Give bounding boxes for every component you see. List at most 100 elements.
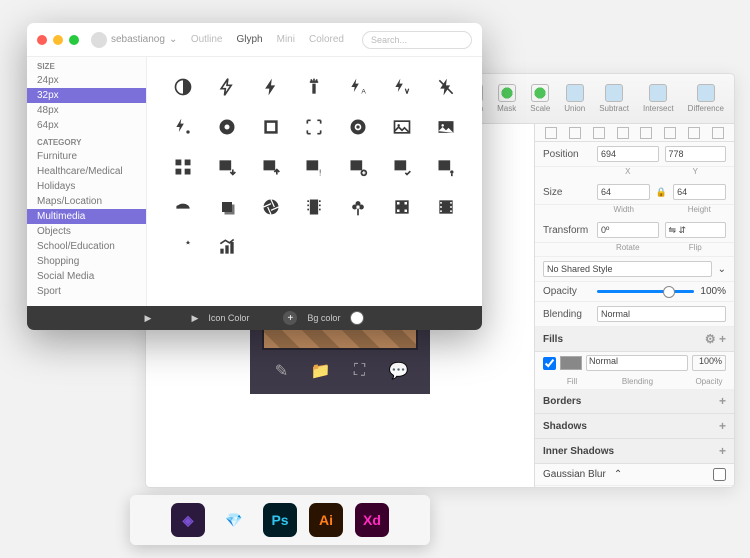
toolbar-btn-subtract[interactable]: Subtract <box>599 84 629 113</box>
sidebar-size-24px[interactable]: 24px <box>27 73 146 88</box>
flash-off-icon[interactable] <box>436 77 456 97</box>
flash-alt-icon[interactable] <box>173 117 193 137</box>
icon-picker-window: sebastianog ⌄ Outline Glyph Mini Colored… <box>27 23 482 330</box>
flash-a-icon[interactable]: A <box>348 77 368 97</box>
rotate-field[interactable]: 0º <box>597 222 659 238</box>
chevron-icon[interactable]: ⌃ <box>614 469 622 480</box>
toolbar-btn-scale[interactable]: Scale <box>530 84 550 113</box>
eyedropper-icon[interactable]: ✎ <box>271 360 293 382</box>
bg-color-swatch[interactable] <box>350 311 364 325</box>
aperture-icon[interactable] <box>261 197 281 217</box>
picture-o-icon[interactable] <box>436 117 456 137</box>
chat-icon[interactable]: 💬 <box>388 360 410 382</box>
titlebar[interactable]: sebastianog ⌄ Outline Glyph Mini Colored… <box>27 23 482 57</box>
add-color-button[interactable]: + <box>283 311 297 325</box>
icon-color-swatch[interactable] <box>259 311 273 325</box>
fill-blend-select[interactable]: Normal <box>586 355 688 371</box>
image-check-icon[interactable] <box>392 157 412 177</box>
dock-app-illustrator[interactable]: Ai <box>309 503 343 537</box>
fill-swatch[interactable] <box>560 356 582 370</box>
user-menu[interactable]: sebastianog ⌄ <box>91 32 177 48</box>
minimize-icon[interactable] <box>53 35 63 45</box>
tab-outline[interactable]: Outline <box>191 34 223 45</box>
sidebar-category-multimedia[interactable]: Multimedia <box>27 209 146 224</box>
sidebar-size-48px[interactable]: 48px <box>27 103 146 118</box>
sidebar-category-sport[interactable]: Sport <box>27 284 146 299</box>
image-down-icon[interactable] <box>217 157 237 177</box>
cap-icon[interactable] <box>173 197 193 217</box>
dock-app-photoshop[interactable]: Ps <box>263 503 297 537</box>
focus-icon[interactable] <box>304 117 324 137</box>
image-up-icon[interactable] <box>261 157 281 177</box>
gear-icon[interactable]: ⚙ + <box>705 332 726 346</box>
height-field[interactable]: 64 <box>673 184 726 200</box>
close-icon[interactable] <box>37 35 47 45</box>
lock-icon[interactable]: 🔒 <box>656 187 667 198</box>
flash-fill-icon[interactable] <box>261 77 281 97</box>
moon-star-icon[interactable] <box>173 237 193 257</box>
position-x-field[interactable]: 694 <box>597 146 659 162</box>
record-icon[interactable] <box>348 117 368 137</box>
add-shadow-button[interactable]: + <box>719 419 726 433</box>
chart-icon[interactable] <box>217 237 237 257</box>
picture-icon[interactable] <box>392 117 412 137</box>
tab-mini[interactable]: Mini <box>277 34 295 45</box>
image-warn-icon[interactable]: ! <box>304 157 324 177</box>
sidebar-category-holidays[interactable]: Holidays <box>27 179 146 194</box>
sidebar: SIZE 24px32px48px64px CATEGORY Furniture… <box>27 57 147 306</box>
tab-glyph[interactable]: Glyph <box>237 34 263 45</box>
flip-buttons[interactable]: ⇋ ⇵ <box>665 222 727 238</box>
folder-icon[interactable]: 📁 <box>310 360 332 382</box>
opacity-slider[interactable] <box>597 290 694 293</box>
sidebar-category-school-education[interactable]: School/Education <box>27 239 146 254</box>
film-icon[interactable] <box>304 197 324 217</box>
flash-icon[interactable] <box>217 77 237 97</box>
add-border-button[interactable]: + <box>719 394 726 408</box>
toolbar-btn-mask[interactable]: Mask <box>497 84 516 113</box>
sidebar-size-32px[interactable]: 32px <box>27 88 146 103</box>
torch-icon[interactable] <box>304 77 324 97</box>
position-y-field[interactable]: 778 <box>665 146 727 162</box>
screen-icon[interactable] <box>261 117 281 137</box>
sidebar-category-objects[interactable]: Objects <box>27 224 146 239</box>
flower-icon[interactable] <box>348 197 368 217</box>
toolbar-btn-intersect[interactable]: Intersect <box>643 84 674 113</box>
contrast-icon[interactable] <box>173 77 193 97</box>
flash-auto-icon[interactable] <box>392 77 412 97</box>
search-input[interactable]: Search... <box>362 31 472 49</box>
blending-select[interactable]: Normal <box>597 306 726 322</box>
layers-icon[interactable] <box>217 197 237 217</box>
toolbar-btn-union[interactable]: Union <box>564 84 585 113</box>
bg-color-label: Bg color <box>307 313 340 323</box>
sidebar-category-healthcare-medical[interactable]: Healthcare/Medical <box>27 164 146 179</box>
dock-app-iconjar[interactable]: ◈ <box>171 503 205 537</box>
sidebar-category-furniture[interactable]: Furniture <box>27 149 146 164</box>
sidebar-category-shopping[interactable]: Shopping <box>27 254 146 269</box>
sidebar-category-social-media[interactable]: Social Media <box>27 269 146 284</box>
dock-app-xd[interactable]: Xd <box>355 503 389 537</box>
play-icon[interactable]: ▶ <box>145 313 152 324</box>
reel-icon[interactable] <box>392 197 412 217</box>
zoom-icon[interactable] <box>69 35 79 45</box>
tab-colored[interactable]: Colored <box>309 34 344 45</box>
grid-icon[interactable] <box>173 157 193 177</box>
blur-enabled-checkbox[interactable] <box>713 468 726 481</box>
image-add-icon[interactable] <box>348 157 368 177</box>
align-buttons[interactable] <box>535 124 734 142</box>
sidebar-size-64px[interactable]: 64px <box>27 118 146 133</box>
play-icon-2[interactable]: ▶ <box>191 313 198 324</box>
reel-2-icon[interactable] <box>436 197 456 217</box>
dock-app-sketch[interactable]: 💎 <box>217 503 251 537</box>
add-inner-shadow-button[interactable]: + <box>719 444 726 458</box>
shared-style-select[interactable]: No Shared Style <box>543 261 712 277</box>
image-pin-icon[interactable] <box>436 157 456 177</box>
crop-icon[interactable]: ⛶ <box>349 360 371 382</box>
toolbar-btn-difference[interactable]: Difference <box>688 84 724 113</box>
transform-label: Transform <box>543 225 591 236</box>
opacity-value[interactable]: 100% <box>700 286 726 297</box>
sidebar-category-maps-location[interactable]: Maps/Location <box>27 194 146 209</box>
fill-opacity-field[interactable]: 100% <box>692 355 726 371</box>
disc-icon[interactable] <box>217 117 237 137</box>
fill-enabled-checkbox[interactable] <box>543 357 556 370</box>
width-field[interactable]: 64 <box>597 184 650 200</box>
